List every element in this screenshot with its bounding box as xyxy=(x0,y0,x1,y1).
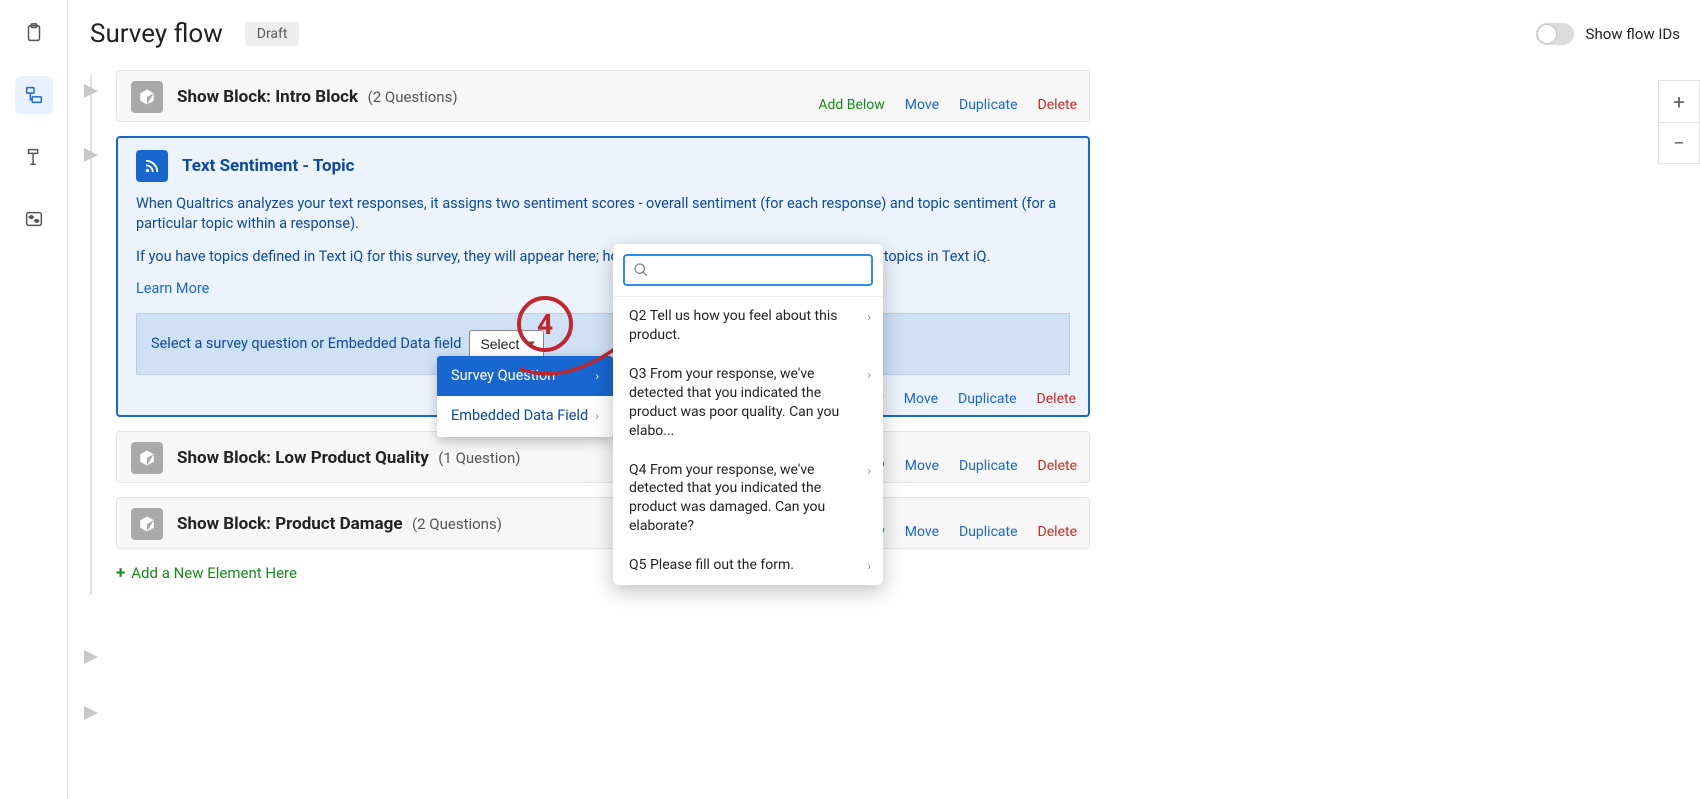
block-question-count: (2 Questions) xyxy=(412,515,502,533)
left-nav-rail xyxy=(0,0,68,799)
move-link[interactable]: Move xyxy=(905,458,939,474)
nav-clipboard-icon[interactable] xyxy=(15,14,53,52)
question-option-label: Q4 From your response, we've detected th… xyxy=(629,462,825,535)
dropdown-option-label: Survey Question xyxy=(451,366,555,386)
data-source-selector: Select a survey question or Embedded Dat… xyxy=(136,313,1070,375)
question-option-q4[interactable]: Q4 From your response, we've detected th… xyxy=(613,451,883,547)
question-option-label: Q5 Please fill out the form. xyxy=(629,557,794,573)
move-link[interactable]: Move xyxy=(904,391,938,407)
connector-arrow-icon xyxy=(84,706,98,720)
dropdown-option-survey-question[interactable]: Survey Question › xyxy=(437,356,613,396)
block-title: Show Block: Product Damage xyxy=(177,514,403,534)
flow-block-text-sentiment[interactable]: Text Sentiment - Topic When Qualtrics an… xyxy=(116,136,1090,417)
sentiment-description-2: If you have topics defined in Text iQ fo… xyxy=(136,247,1070,267)
question-option-q2[interactable]: Q2 Tell us how you feel about this produ… xyxy=(613,297,883,355)
flow-canvas: Show Block: Intro Block (2 Questions) Ad… xyxy=(90,70,1090,583)
delete-link[interactable]: Delete xyxy=(1038,97,1077,113)
question-option-label: Q2 Tell us how you feel about this produ… xyxy=(629,308,837,343)
sentiment-block-title: Text Sentiment - Topic xyxy=(182,156,355,176)
sentiment-rss-icon xyxy=(136,150,168,182)
chevron-right-icon: › xyxy=(595,408,599,425)
plus-icon: + xyxy=(116,563,125,583)
delete-link[interactable]: Delete xyxy=(1037,391,1076,407)
block-question-count: (1 Question) xyxy=(438,449,520,467)
learn-more-link[interactable]: Learn More xyxy=(136,280,209,297)
question-search-field[interactable] xyxy=(623,254,873,286)
question-search-input[interactable] xyxy=(655,262,863,278)
flow-block-intro[interactable]: Show Block: Intro Block (2 Questions) Ad… xyxy=(116,70,1090,122)
chevron-right-icon: › xyxy=(867,367,871,383)
delete-link[interactable]: Delete xyxy=(1038,458,1077,474)
chevron-right-icon: › xyxy=(867,309,871,325)
search-icon xyxy=(633,262,649,278)
show-flow-ids-label: Show flow IDs xyxy=(1586,25,1680,43)
connector-arrow-icon xyxy=(84,84,98,98)
status-badge: Draft xyxy=(245,22,300,46)
flow-block-low-quality[interactable]: Show Block: Low Product Quality (1 Quest… xyxy=(116,431,1090,483)
nav-theme-icon[interactable] xyxy=(15,138,53,176)
chevron-right-icon: › xyxy=(595,368,599,385)
page-title: Survey flow xyxy=(90,19,223,49)
add-below-link[interactable]: Add Below xyxy=(818,97,884,113)
block-question-count: (2 Questions) xyxy=(368,88,458,106)
block-cube-icon xyxy=(131,81,163,113)
question-option-q5[interactable]: Q5 Please fill out the form. › xyxy=(613,546,883,585)
chevron-right-icon: › xyxy=(867,463,871,479)
zoom-out-button[interactable]: − xyxy=(1658,122,1700,164)
connector-arrow-icon xyxy=(84,148,98,162)
add-new-element-label: Add a New Element Here xyxy=(131,564,297,582)
select-dropdown-menu: Survey Question › Embedded Data Field › xyxy=(437,356,613,437)
sentiment-description-1: When Qualtrics analyzes your text respon… xyxy=(136,194,1070,235)
duplicate-link[interactable]: Duplicate xyxy=(958,391,1017,407)
selector-label: Select a survey question or Embedded Dat… xyxy=(151,334,461,354)
dropdown-option-embedded-data[interactable]: Embedded Data Field › xyxy=(437,396,613,436)
block-title: Show Block: Low Product Quality xyxy=(177,448,429,468)
nav-flow-icon[interactable] xyxy=(15,76,53,114)
nav-options-icon[interactable] xyxy=(15,200,53,238)
connector-arrow-icon xyxy=(84,650,98,664)
question-option-q3[interactable]: Q3 From your response, we've detected th… xyxy=(613,355,883,451)
question-option-label: Q3 From your response, we've detected th… xyxy=(629,366,839,439)
move-link[interactable]: Move xyxy=(905,97,939,113)
question-picker-popover: Q2 Tell us how you feel about this produ… xyxy=(613,244,883,585)
page-header: Survey flow Draft Show flow IDs xyxy=(90,12,1680,56)
chevron-right-icon: › xyxy=(867,558,871,574)
add-new-element-link[interactable]: + Add a New Element Here xyxy=(116,563,1090,583)
zoom-in-button[interactable]: + xyxy=(1658,80,1700,122)
zoom-controls: + − xyxy=(1658,80,1700,164)
duplicate-link[interactable]: Duplicate xyxy=(959,97,1018,113)
flow-block-product-damage[interactable]: Show Block: Product Damage (2 Questions)… xyxy=(116,497,1090,549)
move-link[interactable]: Move xyxy=(905,524,939,540)
block-title: Show Block: Intro Block xyxy=(177,87,358,107)
delete-link[interactable]: Delete xyxy=(1038,524,1077,540)
show-flow-ids-toggle[interactable] xyxy=(1536,23,1574,45)
block-cube-icon xyxy=(131,508,163,540)
select-dropdown-button[interactable]: Select xyxy=(469,330,544,358)
block-cube-icon xyxy=(131,442,163,474)
dropdown-option-label: Embedded Data Field xyxy=(451,406,588,426)
duplicate-link[interactable]: Duplicate xyxy=(959,458,1018,474)
duplicate-link[interactable]: Duplicate xyxy=(959,524,1018,540)
